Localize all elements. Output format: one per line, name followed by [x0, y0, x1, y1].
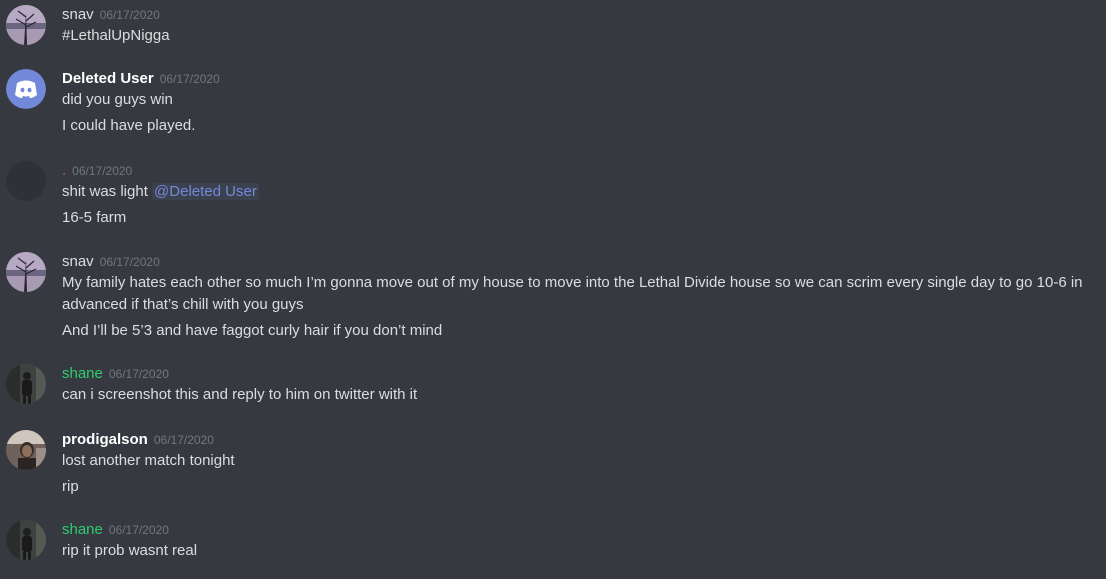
- message-text: rip: [62, 478, 79, 495]
- message-text: #LethalUpNigga: [62, 27, 170, 44]
- avatar[interactable]: [6, 161, 46, 201]
- timestamp: 06/17/2020: [108, 523, 169, 537]
- username[interactable]: shane: [62, 521, 103, 538]
- message-text: rip it prob wasnt real: [62, 542, 198, 559]
- timestamp: 06/17/2020: [153, 433, 214, 447]
- username[interactable]: prodigalson: [62, 431, 148, 448]
- avatar[interactable]: [6, 252, 46, 292]
- message-text: And I’ll be 5’3 and have faggot curly ha…: [62, 322, 443, 339]
- discord-logo-icon: [6, 69, 46, 109]
- timestamp: 06/17/2020: [99, 8, 160, 22]
- avatar[interactable]: [6, 69, 46, 109]
- timestamp: 06/17/2020: [108, 367, 169, 381]
- username[interactable]: snav: [62, 253, 94, 270]
- timestamp: 06/17/2020: [72, 164, 133, 178]
- user-mention[interactable]: @Deleted User: [152, 183, 259, 200]
- username[interactable]: snav: [62, 6, 94, 23]
- message-text-part: shit was light: [62, 183, 153, 200]
- message-text: lost another match tonight: [62, 452, 235, 469]
- message-text: My family hates each other so much I’m g…: [62, 274, 1083, 313]
- timestamp: 06/17/2020: [99, 255, 160, 269]
- avatar[interactable]: [6, 5, 46, 45]
- message-text: 16-5 farm: [62, 209, 127, 226]
- username[interactable]: .: [62, 162, 66, 179]
- message-text: I could have played.: [62, 117, 196, 134]
- username[interactable]: shane: [62, 365, 103, 382]
- message-text: did you guys win: [62, 91, 173, 108]
- avatar[interactable]: [6, 520, 46, 560]
- avatar[interactable]: [6, 364, 46, 404]
- message-text: shit was light @Deleted User: [62, 181, 1086, 203]
- chat-messages: snav 06/17/2020 #LethalUpNigga Deleted Us…: [0, 0, 1106, 579]
- username[interactable]: Deleted User: [62, 70, 154, 87]
- avatar[interactable]: [6, 430, 46, 470]
- message-text: can i screenshot this and reply to him o…: [62, 386, 418, 403]
- timestamp: 06/17/2020: [159, 72, 220, 86]
